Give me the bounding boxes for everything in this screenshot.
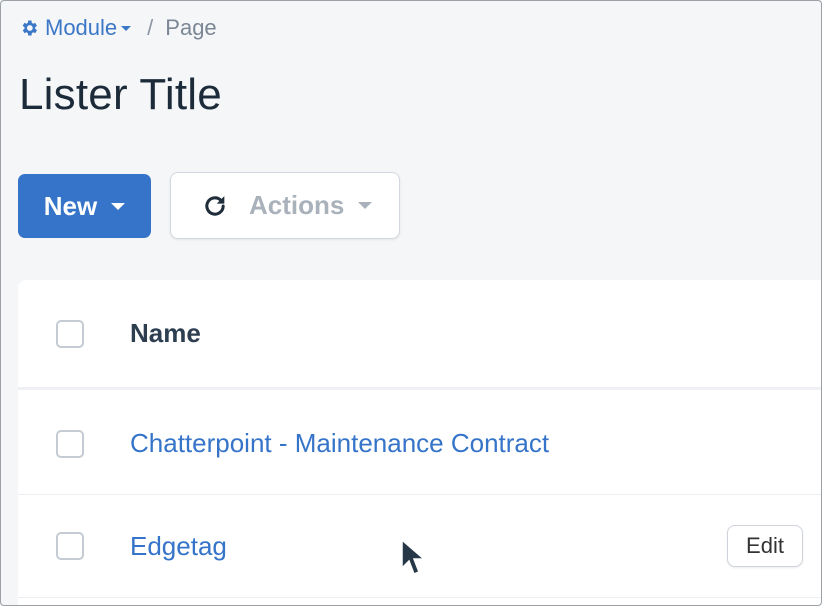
new-button[interactable]: New [18,174,151,238]
refresh-icon [205,195,225,216]
actions-button-label: Actions [249,190,345,220]
breadcrumb-module-label: Module [45,15,118,40]
mouse-cursor-icon [401,538,426,575]
table-header-row: Name [18,280,822,390]
row-name-link[interactable]: Edgetag [130,531,227,562]
breadcrumb: Module / Page [19,14,217,42]
row-checkbox[interactable] [56,429,84,458]
chevron-down-icon [121,25,132,31]
page-title: Lister Title [19,70,222,119]
gear-icon [22,20,37,36]
breadcrumb-module-link[interactable]: Module [19,15,132,41]
breadcrumb-separator: / [147,15,154,40]
new-button-label: New [43,190,98,221]
table-row: Chatterpoint - Maintenance Contract [18,393,822,495]
chevron-down-icon [111,202,126,210]
select-all-checkbox[interactable] [56,319,84,348]
breadcrumb-page: Page [165,15,217,40]
actions-button[interactable]: Actions [170,172,400,239]
row-name-link[interactable]: Chatterpoint - Maintenance Contract [130,428,549,459]
edit-button[interactable]: Edit [727,525,803,567]
chevron-down-icon [358,202,373,209]
row-checkbox[interactable] [56,532,84,560]
column-header-name: Name [130,318,201,348]
